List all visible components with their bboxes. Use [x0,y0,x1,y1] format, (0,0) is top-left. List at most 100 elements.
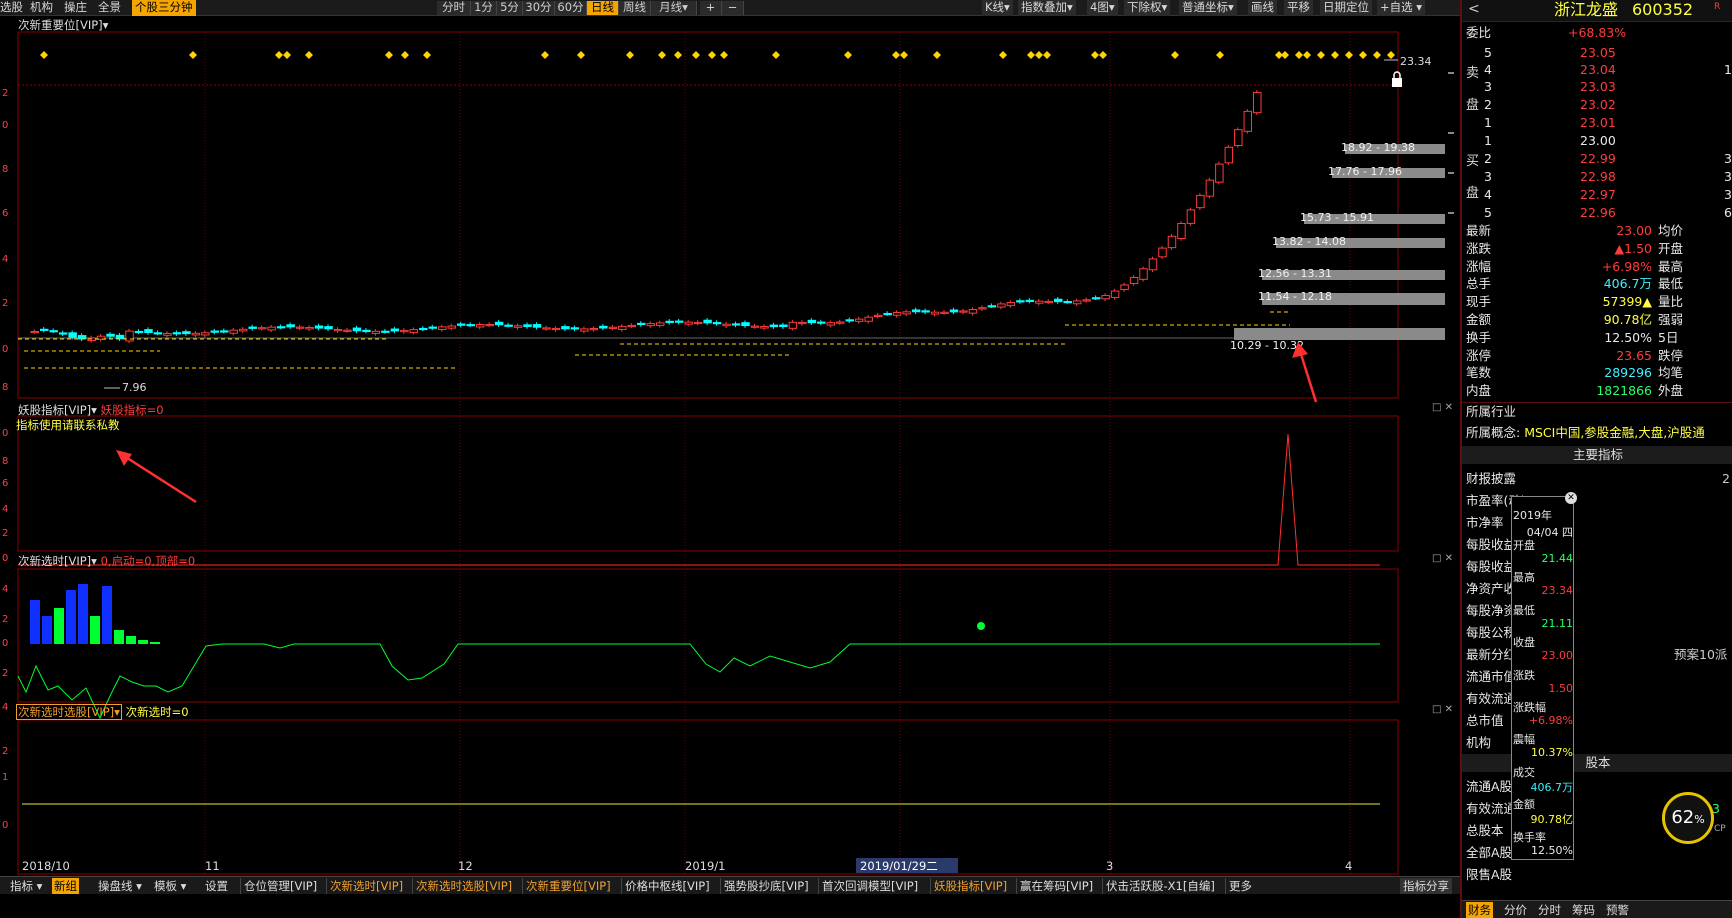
price-axis-tick: 2 [2,88,8,99]
tab-alert[interactable]: 预警 [1606,902,1629,918]
coordinate-dropdown[interactable]: 普通坐标▾ [1179,0,1237,16]
period-1min[interactable]: 1分 [471,1,497,15]
candle-body [1167,235,1177,249]
tab-chips[interactable]: 筹码 [1572,902,1595,918]
pan-button[interactable]: 平移 [1284,0,1313,16]
period-30min[interactable]: 30分 [523,1,555,15]
period-weekly[interactable]: 周线 [619,1,651,15]
tab-cixin-key-levels[interactable]: 次新重要位[VIP] [522,878,611,894]
settings-tab[interactable]: 设置 [205,878,228,894]
candle-body [314,325,324,329]
tab-strong-bottom[interactable]: 强势股抄底[VIP] [720,878,809,894]
tab-chip-win[interactable]: 赢在筹码[VIP] [1016,878,1093,894]
period-60min[interactable]: 60分 [555,1,587,15]
back-chevron-icon[interactable]: < [1468,0,1480,18]
period-daily[interactable]: 日线 [587,1,619,15]
tab-xuangu[interactable]: 选股 [0,0,23,16]
panel4-title[interactable]: 次新选时选股[VIP]▾ 次新选时=0 [16,704,189,720]
tab-price-dist[interactable]: 分价 [1504,902,1527,918]
indicator-menu[interactable]: 指标 ▾ [10,878,42,894]
candle-body [1177,223,1186,240]
tab-price-pivot[interactable]: 价格中枢线[VIP] [621,878,710,894]
add-watchlist-button[interactable]: +自选 ▾ [1377,0,1426,16]
indicator-share-button[interactable]: 指标分享 [1400,878,1452,894]
stat-value: 90.78亿 [1603,312,1652,327]
panel-frame [17,568,1399,703]
candle-body [267,326,276,331]
candle-body [1063,301,1072,304]
kline-dropdown[interactable]: K线▾ [982,0,1013,16]
trade-line-menu[interactable]: 操盘线 ▾ [98,878,142,894]
signal-diamond [541,51,549,59]
kline-chart-svg[interactable]: 2018/10 11 12 2019/1 2019/01/29二 3 418.92 - 19… [0,16,1455,876]
candle-body [115,334,125,340]
tab-position-mgmt[interactable]: 仓位管理[VIP] [240,878,317,894]
price-axis-tick: 2 [2,528,8,539]
tab-first-pullback[interactable]: 首次回调模型[VIP] [818,878,918,894]
stat-label: 金额 [1466,312,1492,327]
stat-label: 涨幅 [1466,258,1492,274]
quote-stat-row: 涨停 23.65 跌停 [1462,347,1732,365]
panel2-window-buttons[interactable]: □ ✕ [1432,402,1453,413]
zoom-out-button[interactable]: − [722,1,744,15]
period-5min[interactable]: 5分 [497,1,523,15]
tab-jigou[interactable]: 机构 [30,0,53,16]
index-overlay-dropdown[interactable]: 指数叠加▾ [1018,0,1076,16]
tab-caozhuang[interactable]: 操庄 [64,0,87,16]
tooltip-field-label: 金额 [1513,798,1535,812]
tab-cixin-timing[interactable]: 次新选时[VIP] [326,878,403,894]
date-locate-button[interactable]: 日期定位 [1320,0,1372,16]
bid-level: 4 22.97 3 [1462,186,1732,204]
price-axis-tick: 8 [2,382,8,393]
main-indicators-header[interactable]: 主要指标 [1462,446,1732,464]
tab-quanjing[interactable]: 全景 [98,0,121,16]
tab-intraday[interactable]: 分时 [1538,902,1561,918]
bid-level-number: 4 [1484,187,1492,202]
zoom-in-button[interactable]: + [700,1,722,15]
ask-level: 3 23.03 [1462,78,1732,96]
four-chart-dropdown[interactable]: 4图▾ [1087,0,1118,16]
candle-body [646,323,655,327]
timing-volume-bar [30,600,40,644]
demon-indicator-line [18,433,1380,566]
panel4-window-buttons[interactable]: □ ✕ [1432,704,1453,715]
stat-right-label: 最高 [1658,258,1684,274]
timing-volume-bar [90,616,100,644]
panel3-window-buttons[interactable]: □ ✕ [1432,553,1453,564]
panel2-title[interactable]: 妖股指标[VIP]▾ 妖股指标=0 [18,402,164,418]
candle-body [1148,258,1158,271]
quote-stat-row: 涨跌 ▲1.50 开盘 [1462,240,1732,258]
tooltip-field-label: 震幅 [1513,733,1535,747]
timing-signal-dot [977,622,985,630]
candle-body [1054,298,1063,303]
candle-body [400,329,409,333]
panel-frame [17,415,1399,552]
tab-demon-stock[interactable]: 妖股指标[VIP] [930,878,1007,894]
new-group-tab[interactable]: 新组 [52,878,79,894]
period-monthly[interactable]: 月线▾ [651,1,697,15]
close-icon[interactable]: ✕ [1565,492,1577,504]
tab-cixin-timing-select[interactable]: 次新选时选股[VIP] [412,878,512,894]
signal-diamond [1281,51,1289,59]
date-axis-label: 2019/01/29二 [860,859,938,873]
candle-body [352,327,362,332]
tab-finance[interactable]: 财务 [1466,902,1493,918]
stat-value: 406.7万 [1603,276,1652,292]
chart-area[interactable]: 2018/10 11 12 2019/1 2019/01/29二 3 4 18.92 - 19… [0,16,1455,876]
ex-rights-dropdown[interactable]: 下除权▾ [1124,0,1171,16]
template-menu[interactable]: 模板 ▾ [154,878,186,894]
panel1-title[interactable]: 次新重要位[VIP]▾ [18,17,108,33]
ask-level-number: 2 [1484,97,1492,112]
signal-diamond [692,51,700,59]
tab-ambush-active[interactable]: 伏击活跃股-X1[自编] [1102,878,1215,894]
bid-level: 3 22.98 3 [1462,168,1732,186]
candle-body [1158,247,1167,258]
bid-volume: 3 [1724,187,1732,202]
draw-line-button[interactable]: 画线 [1248,0,1277,16]
period-fenshi[interactable]: 分时 [437,1,471,15]
share-capital-header[interactable]: 股本 [1462,754,1732,772]
bid-level-number: 2 [1484,151,1492,166]
panel3-title[interactable]: 次新选时[VIP]▾ 0,启动=0,顶部=0 [18,553,195,569]
tab-more[interactable]: 更多 [1225,878,1252,894]
tab-three-minutes[interactable]: 个股三分钟 [132,0,196,16]
